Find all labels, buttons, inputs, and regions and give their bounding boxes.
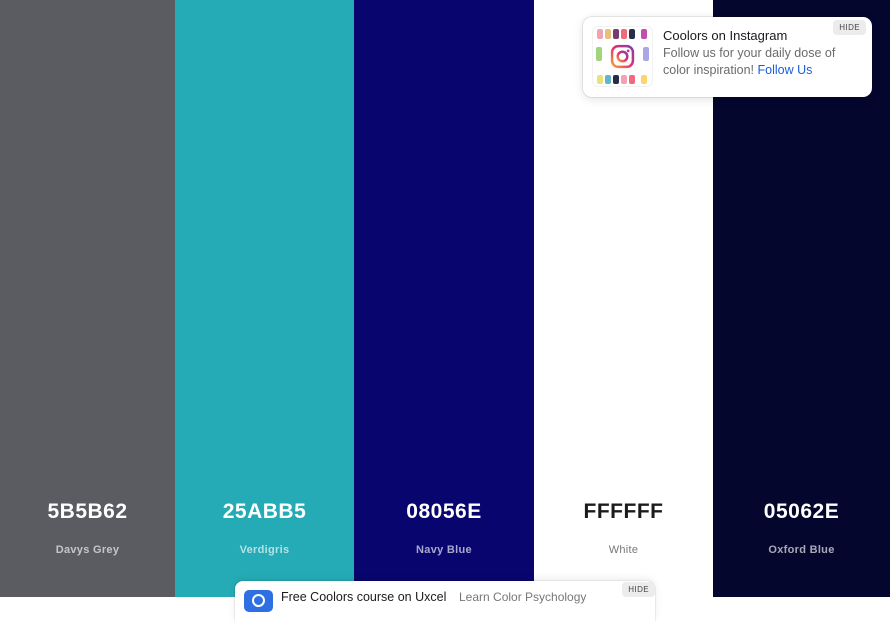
- color-name: Davys Grey: [55, 544, 120, 556]
- instagram-thumbnail[interactable]: [593, 27, 652, 86]
- follow-us-link[interactable]: Follow Us: [758, 63, 813, 77]
- color-hex[interactable]: FFFFFF: [534, 500, 713, 524]
- instagram-promo-popup[interactable]: Coolors on Instagram Follow us for your …: [583, 17, 872, 97]
- banner-subtitle: Learn Color Psychology: [459, 590, 587, 604]
- color-swatch-davys-grey[interactable]: 5B5B62 Davys Grey: [0, 0, 175, 597]
- uxcel-logo-icon: [244, 590, 273, 612]
- color-swatch-verdigris[interactable]: 25ABB5 Verdigris: [175, 0, 354, 597]
- instagram-icon: [610, 44, 635, 69]
- banner-title: Free Coolors course on Uxcel: [281, 590, 447, 604]
- hide-promo-button[interactable]: HIDE: [833, 20, 866, 35]
- color-name: Navy Blue: [416, 544, 472, 556]
- course-banner[interactable]: Free Coolors course on Uxcel Learn Color…: [235, 581, 655, 621]
- color-hex[interactable]: 25ABB5: [175, 500, 354, 524]
- color-name: White: [608, 544, 639, 556]
- color-hex[interactable]: 05062E: [713, 500, 890, 524]
- color-name: Oxford Blue: [768, 544, 835, 556]
- color-name: Verdigris: [239, 544, 290, 556]
- promo-title: Coolors on Instagram: [663, 28, 788, 43]
- hide-banner-button[interactable]: HIDE: [622, 582, 655, 597]
- color-hex[interactable]: 08056E: [354, 500, 534, 524]
- promo-description: Follow us for your daily dose of color i…: [663, 45, 858, 79]
- color-swatch-navy-blue[interactable]: 08056E Navy Blue: [354, 0, 534, 597]
- color-hex[interactable]: 5B5B62: [0, 500, 175, 524]
